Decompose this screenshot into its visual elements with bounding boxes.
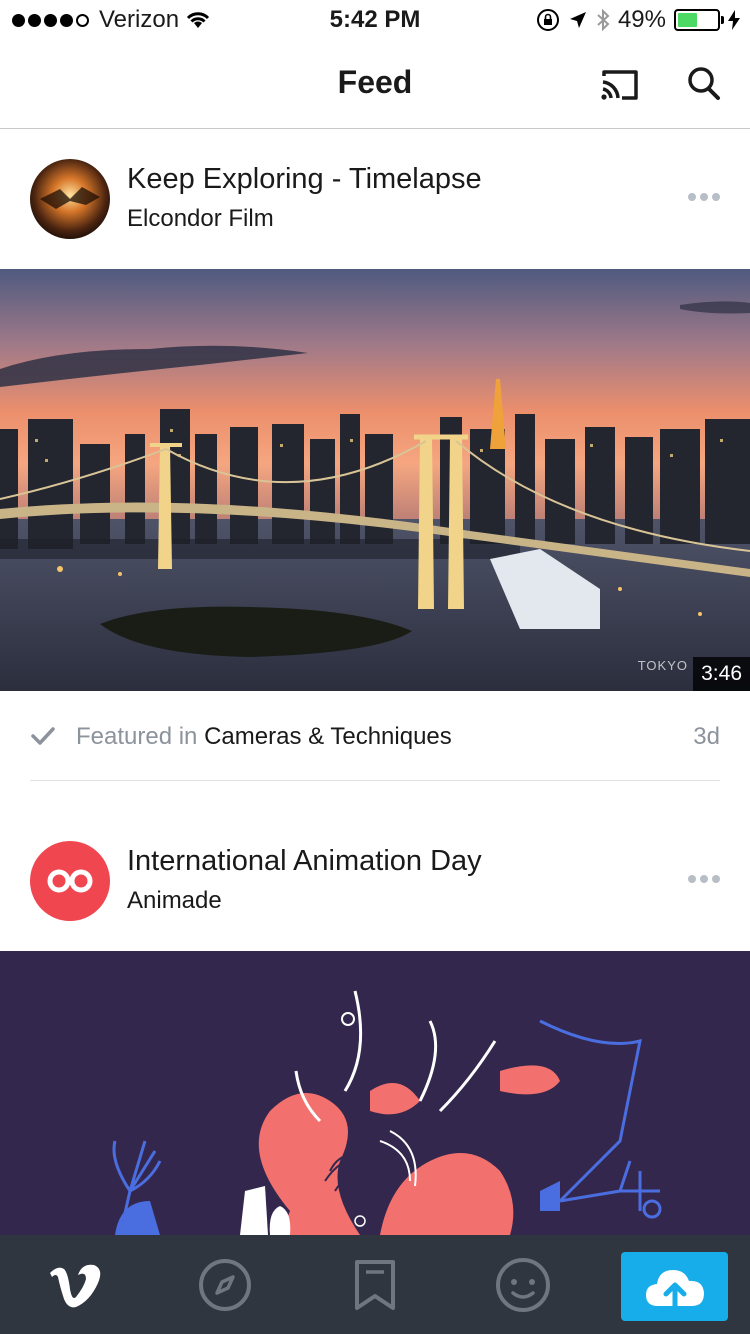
more-options-icon[interactable] — [688, 875, 720, 883]
cast-icon[interactable] — [600, 68, 640, 102]
infinity-logo-icon — [47, 869, 93, 893]
search-icon[interactable] — [686, 64, 722, 104]
video-author[interactable]: Animade — [127, 887, 222, 915]
status-bar: Verizon 5:42 PM 49% — [0, 0, 750, 40]
more-options-icon[interactable] — [688, 193, 720, 201]
cloud-upload-icon — [645, 1269, 704, 1308]
tab-explore[interactable] — [170, 1235, 280, 1334]
checkmark-icon — [31, 727, 55, 745]
avatar[interactable] — [30, 841, 110, 921]
charging-bolt-icon — [728, 10, 740, 30]
post-age: 3d — [693, 723, 720, 750]
bookmark-icon — [355, 1259, 395, 1310]
avatar[interactable] — [30, 159, 110, 239]
battery-icon — [674, 9, 724, 31]
avatar-image — [30, 159, 110, 239]
tab-watch-later[interactable] — [320, 1235, 430, 1334]
upload-button[interactable] — [621, 1252, 728, 1321]
compass-icon — [199, 1258, 251, 1311]
video-thumbnail-image — [0, 269, 750, 691]
feed-item-header[interactable]: Keep Exploring - Timelapse Elcondor Film — [0, 129, 750, 269]
orientation-lock-icon — [536, 9, 559, 31]
status-right: 49% — [536, 6, 740, 34]
video-thumbnail[interactable]: TOKYO 3:46 — [0, 269, 750, 691]
video-author[interactable]: Elcondor Film — [127, 205, 274, 233]
video-thumbnail[interactable] — [0, 951, 750, 1236]
video-title[interactable]: Keep Exploring - Timelapse — [127, 163, 482, 196]
featured-prefix: Featured in — [76, 723, 198, 750]
nav-bar: Feed — [0, 40, 750, 129]
smiley-profile-icon — [496, 1257, 550, 1312]
vimeo-logo-icon — [50, 1264, 101, 1307]
feed-item-header[interactable]: International Animation Day Animade — [0, 811, 750, 951]
battery-percent: 49% — [617, 6, 666, 33]
featured-text: Featured in Cameras & Techniques — [76, 723, 452, 751]
video-thumbnail-image — [0, 951, 750, 1236]
featured-category-link[interactable]: Cameras & Techniques — [204, 723, 452, 750]
bluetooth-icon — [597, 8, 610, 32]
tab-home[interactable] — [20, 1235, 130, 1334]
video-watermark: TOKYO — [637, 658, 688, 673]
video-duration-badge: 3:46 — [693, 657, 750, 691]
video-title[interactable]: International Animation Day — [127, 845, 482, 878]
tab-me[interactable] — [468, 1235, 578, 1334]
location-arrow-icon — [569, 12, 586, 28]
tab-bar — [0, 1235, 750, 1334]
featured-row: Featured in Cameras & Techniques 3d — [30, 691, 720, 781]
